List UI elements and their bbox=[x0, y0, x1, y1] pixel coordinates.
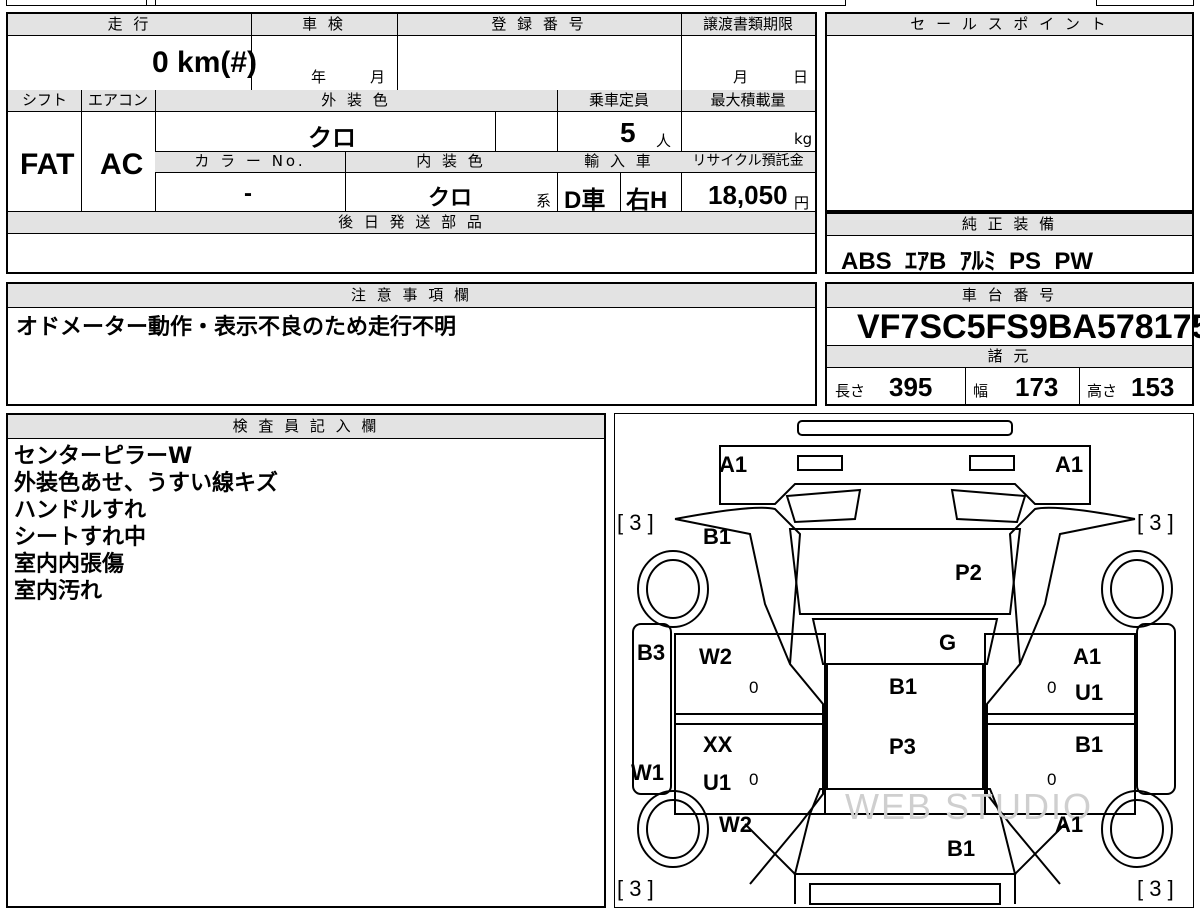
inspector-line: 室内汚れ bbox=[14, 579, 103, 604]
mileage-value: 0 km(#) bbox=[152, 46, 258, 79]
inspection-month: 月 bbox=[370, 68, 386, 86]
tire-rear-right: [ 3 ] bbox=[1137, 876, 1174, 901]
vehicle-info-grid: 走 行 車 検 登 録 番 号 譲渡書類期限 0 km(#) 年 月 月 日 シ… bbox=[6, 12, 817, 274]
mark-front-right: A1 bbox=[1055, 452, 1084, 477]
later-parts-label: 後 日 発 送 部 品 bbox=[8, 212, 815, 234]
mileage-label: 走 行 bbox=[8, 14, 251, 36]
mark-rear-door-left-xx: XX bbox=[703, 732, 733, 757]
tire-front-left: [ 3 ] bbox=[617, 510, 654, 535]
mark-fender-left: B1 bbox=[703, 524, 732, 549]
mark-rear-door-left-u: U1 bbox=[703, 770, 732, 795]
width-label: 幅 bbox=[973, 382, 989, 400]
chassis-box: 車 台 番 号 VF7SC5FS9BA578175 諸 元 長さ 395 幅 1… bbox=[825, 282, 1200, 406]
equipment-ps: PS bbox=[1009, 248, 1042, 275]
shift-label: シフト bbox=[8, 90, 81, 112]
import-type: D車 bbox=[564, 187, 606, 214]
aircon-value: AC bbox=[100, 148, 144, 181]
inspector-label: 検 査 員 記 入 欄 bbox=[8, 415, 604, 439]
mark-front-door-right-a: A1 bbox=[1073, 644, 1102, 669]
tire-front-right: [ 3 ] bbox=[1137, 510, 1174, 535]
import-handle: 右H bbox=[626, 187, 668, 214]
length-value: 395 bbox=[889, 372, 933, 402]
mark-trunk: B1 bbox=[947, 836, 976, 861]
tire-rear-left: [ 3 ] bbox=[617, 876, 654, 901]
transfer-month: 月 bbox=[733, 68, 749, 86]
mark-front-door-left: W2 bbox=[699, 644, 732, 669]
inspector-line: シートすれ中 bbox=[14, 525, 147, 550]
exterior-color-label: 外 装 色 bbox=[155, 90, 557, 112]
equipment-abs: ABS bbox=[841, 248, 892, 275]
interior-color-suffix: 系 bbox=[536, 192, 552, 210]
max-load-unit: kg bbox=[794, 130, 813, 148]
inspector-line: 外装色あせ、うすい線キズ bbox=[14, 471, 279, 496]
import-label: 輸 入 車 bbox=[557, 152, 681, 173]
inspector-line: センターピラーW bbox=[14, 444, 193, 469]
zero-marker: 0 bbox=[1047, 770, 1057, 789]
zero-marker: 0 bbox=[1047, 678, 1057, 697]
damage-diagram: WEB STUDIO A1 A1 B1 P2 G B3 W2 A1 U1 B1 … bbox=[614, 413, 1194, 908]
transfer-day: 日 bbox=[793, 68, 809, 86]
equipment-label: 純 正 装 備 bbox=[827, 214, 1192, 236]
mark-roof: B1 bbox=[889, 674, 918, 699]
recycle-unit: 円 bbox=[794, 194, 810, 212]
inspector-line: ハンドルすれ bbox=[14, 498, 147, 523]
max-load-label: 最大積載量 bbox=[681, 90, 815, 112]
mark-pillar-left: B3 bbox=[637, 640, 666, 665]
inspection-year: 年 bbox=[311, 68, 327, 86]
color-no-value: - bbox=[244, 180, 252, 207]
height-label: 高さ bbox=[1087, 382, 1118, 400]
mark-front-door-right-u: U1 bbox=[1075, 680, 1104, 705]
chassis-label: 車 台 番 号 bbox=[827, 284, 1192, 308]
length-label: 長さ bbox=[835, 382, 866, 400]
notes-label: 注 意 事 項 欄 bbox=[8, 284, 815, 308]
mark-windshield: G bbox=[939, 630, 957, 655]
mark-sill-left: W1 bbox=[631, 760, 664, 785]
height-value: 153 bbox=[1131, 372, 1175, 402]
exterior-color-value: クロ bbox=[308, 125, 356, 152]
recycle-label: リサイクル預託金 bbox=[681, 152, 815, 173]
capacity-label: 乗車定員 bbox=[557, 90, 681, 112]
sales-point-label: セ ー ル ス ポ イ ン ト bbox=[827, 14, 1192, 36]
interior-color-value: クロ bbox=[428, 185, 473, 210]
shift-value: FAT bbox=[20, 148, 75, 181]
specs-label: 諸 元 bbox=[827, 346, 1192, 368]
inspector-line: 室内内張傷 bbox=[14, 552, 125, 577]
equipment-alloy: ｱﾙﾐ bbox=[959, 248, 996, 275]
capacity-value: 5 bbox=[620, 117, 636, 148]
equipment-airbag: ｴｱB bbox=[905, 248, 947, 275]
equipment-pw: PW bbox=[1054, 248, 1094, 275]
mark-front-left: A1 bbox=[719, 452, 748, 477]
zero-marker: 0 bbox=[749, 770, 759, 789]
top-cutoff-row bbox=[6, 0, 1194, 8]
mark-roof-rear: P3 bbox=[889, 734, 916, 759]
notes-box: 注 意 事 項 欄 オドメーター動作・表示不良のため走行不明 bbox=[6, 282, 817, 406]
sales-point-box: セ ー ル ス ポ イ ン ト bbox=[825, 12, 1194, 212]
inspector-box: 検 査 員 記 入 欄 センターピラーW 外装色あせ、うすい線キズ ハンドルすれ… bbox=[6, 413, 606, 908]
capacity-unit: 人 bbox=[656, 132, 672, 150]
inspection-label: 車 検 bbox=[251, 14, 397, 36]
chassis-value: VF7SC5FS9BA578175 bbox=[857, 308, 1200, 346]
equipment-box: 純 正 装 備 ABS ｴｱB ｱﾙﾐ PS PW bbox=[825, 212, 1194, 275]
zero-marker: 0 bbox=[749, 678, 759, 697]
mark-rear-door-right: B1 bbox=[1075, 732, 1104, 757]
notes-text: オドメーター動作・表示不良のため走行不明 bbox=[16, 315, 457, 340]
aircon-label: エアコン bbox=[81, 90, 155, 112]
recycle-value: 18,050 bbox=[708, 180, 788, 210]
interior-color-label: 内 装 色 bbox=[345, 152, 557, 173]
registration-label: 登 録 番 号 bbox=[397, 14, 681, 36]
color-no-label: カ ラ ー No. bbox=[155, 152, 345, 173]
width-value: 173 bbox=[1015, 372, 1059, 402]
mark-quarter-left: W2 bbox=[719, 812, 752, 837]
transfer-deadline-label: 譲渡書類期限 bbox=[681, 14, 815, 36]
mark-hood: P2 bbox=[955, 560, 982, 585]
mark-quarter-right: A1 bbox=[1055, 812, 1084, 837]
